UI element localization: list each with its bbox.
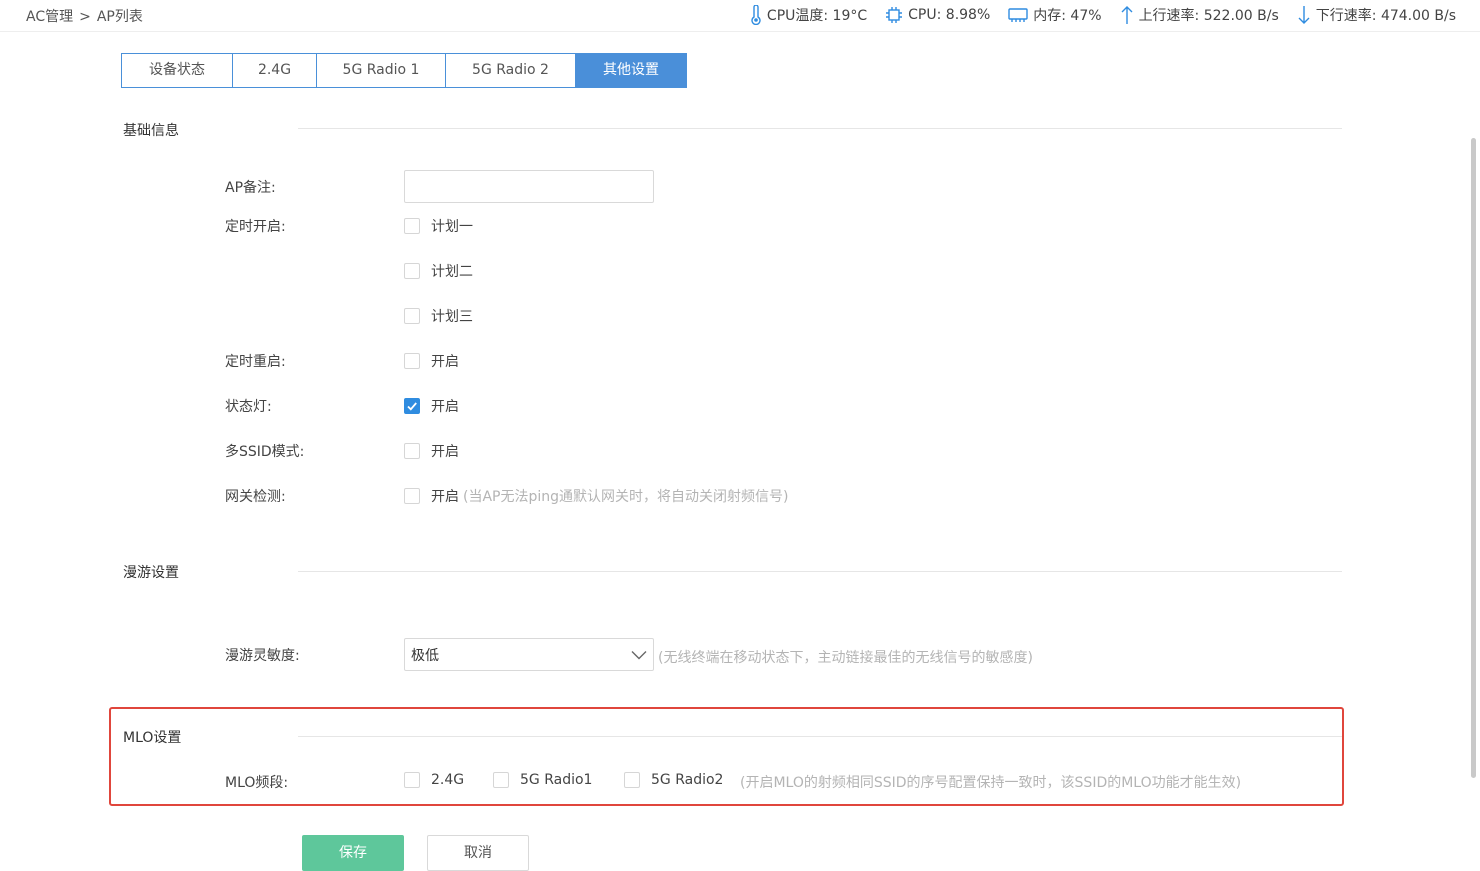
select-value: 极低 — [411, 647, 439, 664]
system-stats: CPU温度: 19°C CPU: 8.98% 内存: 47% 上行速率: 522… — [732, 5, 1456, 25]
tab-5g-radio-2[interactable]: 5G Radio 2 — [446, 53, 576, 88]
checkbox-box[interactable] — [404, 218, 420, 234]
checkbox-mlo-2-4g[interactable]: 2.4G — [404, 772, 464, 788]
tab-2-4g[interactable]: 2.4G — [233, 53, 317, 88]
settings-tabs: 设备状态 2.4G 5G Radio 1 5G Radio 2 其他设置 — [121, 53, 687, 88]
checkbox-status-led[interactable]: 开启 — [404, 396, 459, 416]
section-divider — [298, 736, 1342, 737]
checkbox-schedule-reboot[interactable]: 开启 — [404, 351, 459, 371]
checkbox-label: 计划三 — [431, 309, 473, 325]
gateway-check-hint: (当AP无法ping通默认网关时，将自动关闭射频信号) — [463, 489, 789, 505]
checkbox-box[interactable] — [404, 772, 420, 788]
checkbox-label: 开启 — [431, 444, 459, 460]
tab-other-settings[interactable]: 其他设置 — [576, 53, 687, 88]
stat-memory: 内存: 47% — [1008, 5, 1102, 25]
cancel-button[interactable]: 取消 — [427, 835, 529, 871]
checkbox-plan-3[interactable]: 计划三 — [404, 306, 473, 326]
checkbox-box[interactable] — [404, 353, 420, 369]
ap-note-input[interactable] — [404, 170, 654, 203]
top-bar: AC管理 > AP列表 CPU温度: 19°C CPU: 8.98% 内存: 47%… — [0, 0, 1480, 32]
checkbox-box[interactable] — [624, 772, 640, 788]
checkbox-plan-1[interactable]: 计划一 — [404, 216, 473, 236]
checkbox-box[interactable] — [404, 308, 420, 324]
checkbox-label: 开启 — [431, 489, 459, 505]
label-gateway-check: 网关检测: — [225, 489, 286, 505]
memory-text: 内存: 47% — [1033, 8, 1102, 24]
label-roaming-sensitivity: 漫游灵敏度: — [225, 648, 300, 664]
section-divider — [298, 128, 1342, 129]
roaming-sensitivity-hint: (无线终端在移动状态下，主动链接最佳的无线信号的敏感度) — [658, 650, 1033, 666]
checkbox-label: 计划一 — [431, 219, 473, 235]
checkbox-mlo-5g-radio1[interactable]: 5G Radio1 — [493, 772, 592, 788]
tab-device-status[interactable]: 设备状态 — [121, 53, 233, 88]
vertical-scrollbar[interactable] — [1471, 138, 1476, 778]
label-mlo-band: MLO频段: — [225, 775, 289, 791]
mlo-band-hint: (开启MLO的射频相同SSID的序号配置保持一致时，该SSID的MLO功能才能生… — [740, 775, 1242, 791]
stat-upload: 上行速率: 522.00 B/s — [1120, 5, 1279, 25]
download-text: 下行速率: 474.00 B/s — [1315, 8, 1456, 24]
checkbox-multi-ssid[interactable]: 开启 — [404, 441, 459, 461]
label-schedule-on: 定时开启: — [225, 219, 286, 235]
checkbox-label: 5G Radio2 — [651, 772, 724, 788]
label-multi-ssid: 多SSID模式: — [225, 444, 305, 460]
checkbox-label: 计划二 — [431, 264, 473, 280]
memory-icon — [1008, 8, 1028, 22]
label-ap-note: AP备注: — [225, 180, 276, 196]
save-button[interactable]: 保存 — [302, 835, 404, 871]
breadcrumb-current: AP列表 — [96, 9, 143, 25]
stat-cpu: CPU: 8.98% — [885, 6, 990, 24]
checkbox-box-checked[interactable] — [404, 398, 420, 414]
checkbox-box[interactable] — [404, 263, 420, 279]
checkbox-box[interactable] — [404, 443, 420, 459]
cpu-temp-text: CPU温度: 19°C — [766, 8, 868, 24]
arrow-down-icon — [1298, 6, 1310, 24]
checkbox-box[interactable] — [404, 488, 420, 504]
section-divider — [298, 571, 1342, 572]
label-schedule-reboot: 定时重启: — [225, 354, 286, 370]
checkbox-label: 2.4G — [431, 772, 465, 788]
checkbox-gateway-check[interactable]: 开启 (当AP无法ping通默认网关时，将自动关闭射频信号) — [404, 486, 788, 506]
arrow-up-icon — [1121, 6, 1133, 24]
roaming-sensitivity-select[interactable]: 极低 — [404, 638, 654, 671]
stat-cpu-temp: CPU温度: 19°C — [750, 5, 867, 25]
breadcrumb-separator: > — [79, 9, 91, 25]
section-title-roaming: 漫游设置 — [123, 565, 179, 581]
thermometer-icon — [751, 5, 761, 25]
label-status-led: 状态灯: — [225, 399, 272, 415]
checkbox-plan-2[interactable]: 计划二 — [404, 261, 473, 281]
upload-text: 上行速率: 522.00 B/s — [1138, 8, 1279, 24]
breadcrumb-root[interactable]: AC管理 — [26, 9, 73, 25]
cpu-text: CPU: 8.98% — [908, 7, 991, 23]
checkbox-label: 开启 — [431, 354, 459, 370]
checkbox-label: 5G Radio1 — [520, 772, 593, 788]
checkbox-mlo-5g-radio2[interactable]: 5G Radio2 — [624, 772, 723, 788]
checkbox-label: 开启 — [431, 399, 459, 415]
chip-icon — [886, 7, 903, 23]
chevron-down-icon — [631, 650, 647, 659]
section-title-basic: 基础信息 — [123, 123, 179, 139]
section-title-mlo: MLO设置 — [123, 730, 182, 746]
breadcrumb: AC管理 > AP列表 — [26, 6, 143, 26]
stat-download: 下行速率: 474.00 B/s — [1297, 5, 1456, 25]
checkmark-icon — [407, 402, 417, 411]
tab-5g-radio-1[interactable]: 5G Radio 1 — [317, 53, 446, 88]
checkbox-box[interactable] — [493, 772, 509, 788]
